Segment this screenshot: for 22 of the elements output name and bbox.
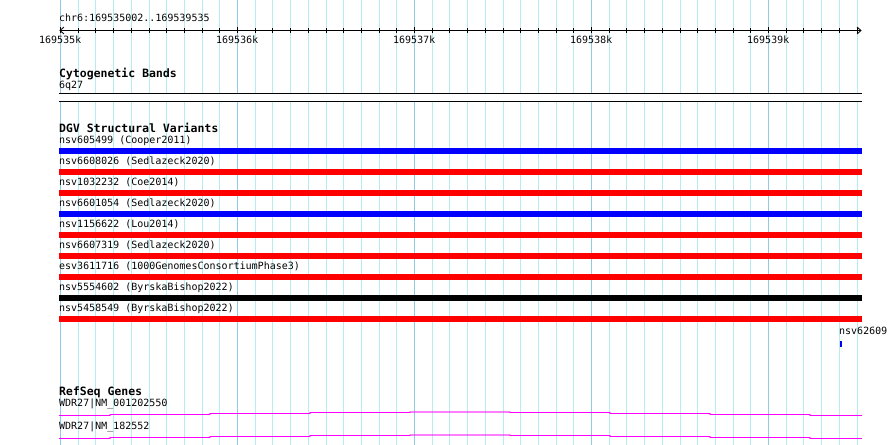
feature-label: nsv6608026 (Sedlazeck2020) <box>59 156 216 168</box>
feature-label: nsv1032232 (Coe2014) <box>59 177 180 189</box>
track-title: RefSeq Genes <box>59 385 142 398</box>
tick-label: 169535k <box>39 35 82 47</box>
location-label: chr6:169535002..169539535 <box>59 13 210 25</box>
track-title: DGV Structural Variants <box>59 122 218 135</box>
feature-label: esv3611716 (1000GenomesConsortiumPhase3) <box>59 261 300 273</box>
feature-label: WDR27|NM_182552 <box>59 421 150 433</box>
tick-label: 169536k <box>216 35 258 47</box>
feature-label: 6q27 <box>59 80 84 92</box>
feature-label: nsv5554602 (ByrskaBishop2022) <box>59 282 234 294</box>
feature-label: nsv605499 (Cooper2011) <box>59 135 192 147</box>
feature-label: nsv6601054 (Sedlazeck2020) <box>59 198 216 210</box>
feature-label: WDR27|NM_001202550 <box>59 398 168 410</box>
feature-label: nsv62609 <box>839 326 888 338</box>
track-title: Cytogenetic Bands <box>59 67 177 80</box>
feature-label: nsv6607319 (Sedlazeck2020) <box>59 240 216 252</box>
tick-label: 169538k <box>570 35 612 47</box>
feature-label: nsv5458549 (ByrskaBishop2022) <box>59 303 234 315</box>
feature-label: nsv1156622 (Lou2014) <box>59 219 180 231</box>
tick-label: 169539k <box>747 35 790 47</box>
tick-label: 169537k <box>393 35 436 47</box>
